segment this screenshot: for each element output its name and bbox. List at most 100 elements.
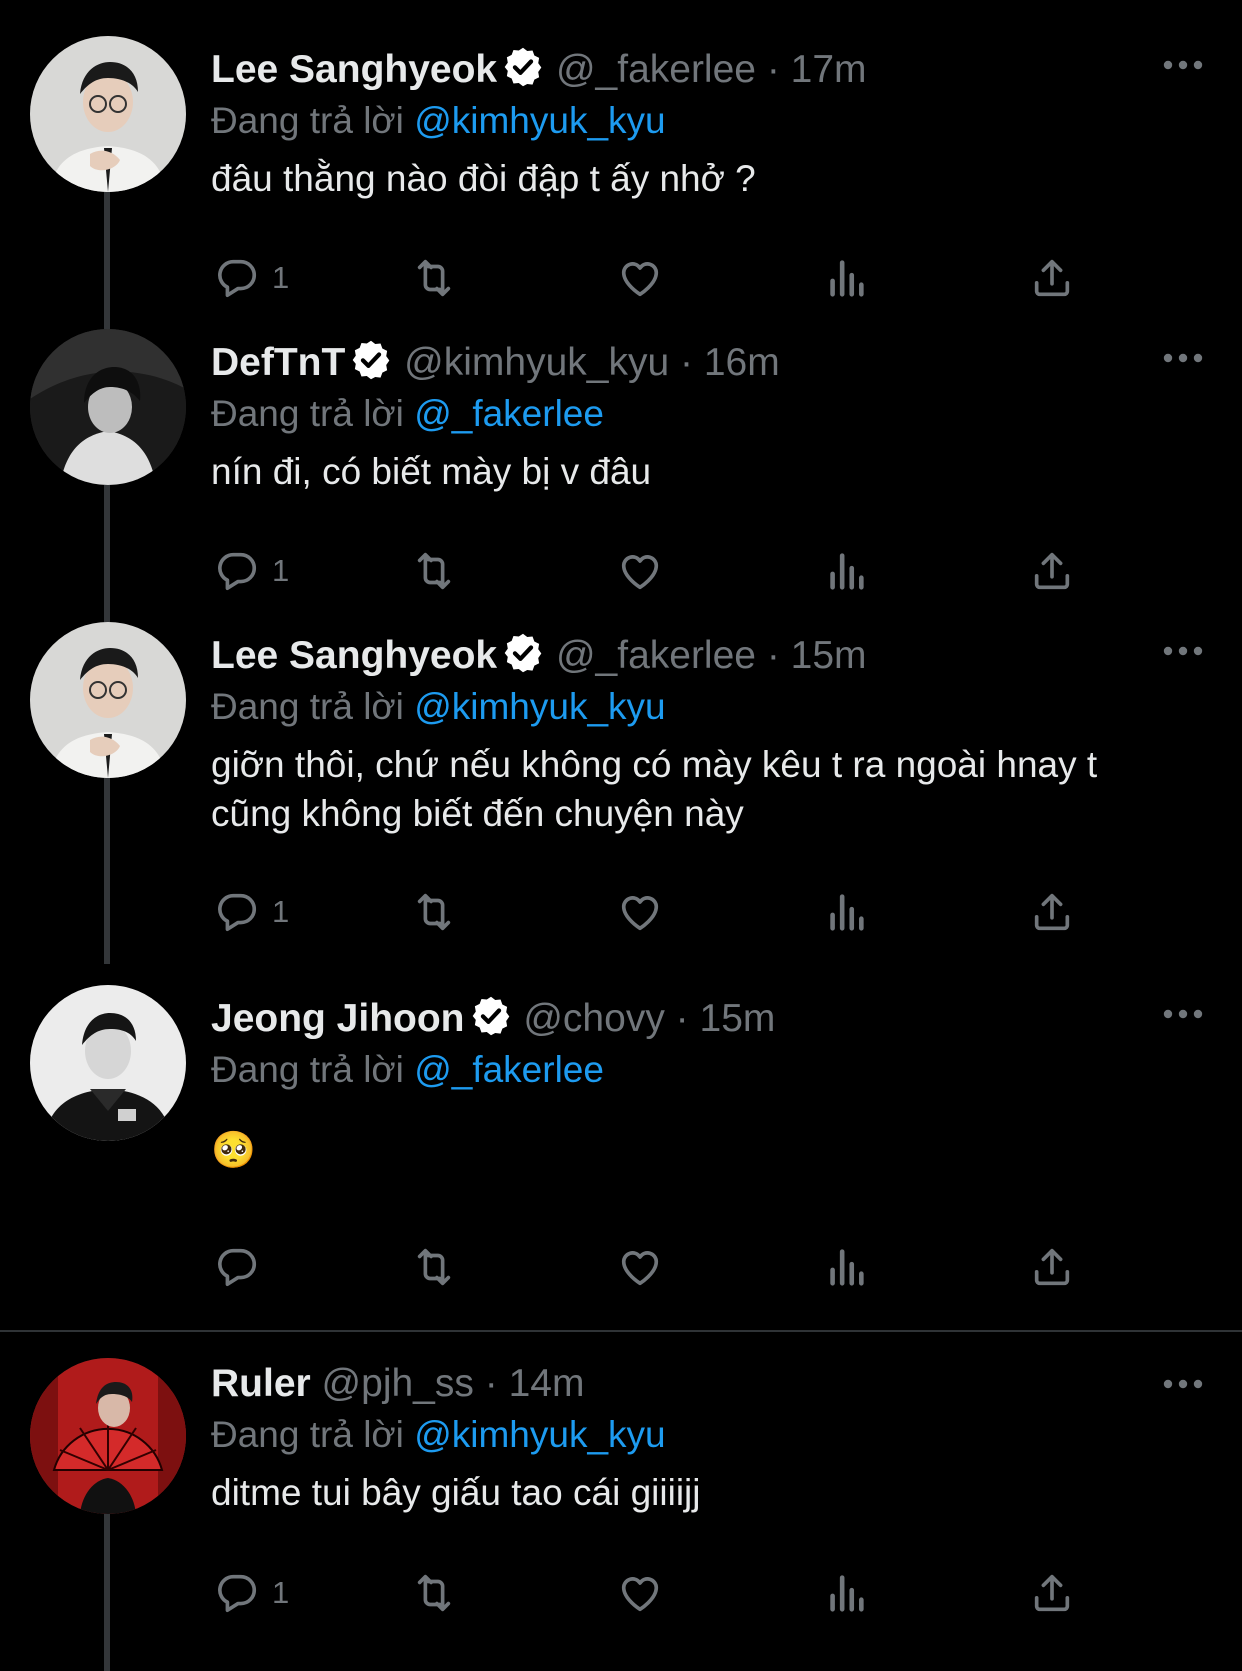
handle[interactable]: @kimhyuk_kyu	[404, 341, 669, 384]
share-button[interactable]	[1029, 887, 1075, 937]
tweet-header: Lee Sanghyeok @_fakerlee · 17m	[211, 44, 1212, 96]
mention-link[interactable]: @kimhyuk_kyu	[414, 686, 665, 727]
reply-icon	[214, 889, 260, 935]
handle[interactable]: @pjh_ss	[322, 1362, 474, 1405]
mention-link[interactable]: @kimhyuk_kyu	[414, 100, 665, 141]
more-options-icon[interactable]	[1162, 59, 1204, 71]
retweet-button[interactable]	[411, 546, 457, 596]
retweet-button[interactable]	[411, 1568, 457, 1618]
display-name[interactable]: Jeong Jihoon	[211, 997, 465, 1040]
more-options-icon[interactable]	[1162, 1378, 1204, 1390]
views-icon	[823, 1570, 869, 1616]
timestamp[interactable]: 15m	[791, 634, 867, 677]
like-button[interactable]	[617, 1568, 663, 1618]
retweet-icon	[411, 255, 457, 301]
tweet-actions: 1	[211, 253, 1111, 303]
views-button[interactable]	[823, 546, 869, 596]
separator-dot: ·	[675, 997, 689, 1040]
like-button[interactable]	[617, 887, 663, 937]
separator-dot: ·	[484, 1362, 498, 1405]
retweet-icon	[411, 889, 457, 935]
handle[interactable]: @chovy	[523, 997, 664, 1040]
share-button[interactable]	[1029, 253, 1075, 303]
retweet-icon	[411, 1244, 457, 1290]
reply-context: Đang trả lời @kimhyuk_kyu	[211, 1410, 1212, 1460]
reply-context: Đang trả lời @kimhyuk_kyu	[211, 682, 1212, 732]
tweet-actions	[211, 1242, 1111, 1292]
reply-button[interactable]	[214, 1242, 272, 1292]
more-options-icon[interactable]	[1162, 1008, 1204, 1020]
like-button[interactable]	[617, 1242, 663, 1292]
retweet-button[interactable]	[411, 253, 457, 303]
more-options-icon[interactable]	[1162, 645, 1204, 657]
share-button[interactable]	[1029, 546, 1075, 596]
retweet-icon	[411, 1570, 457, 1616]
reply-button[interactable]: 1	[214, 1568, 289, 1618]
mention-link[interactable]: @kimhyuk_kyu	[414, 1414, 665, 1455]
views-button[interactable]	[823, 887, 869, 937]
display-name[interactable]: Ruler	[211, 1362, 311, 1405]
mention-link[interactable]: @_fakerlee	[414, 393, 604, 434]
reply-count: 1	[272, 260, 290, 295]
reply-prefix: Đang trả lời	[211, 100, 404, 141]
tweet-header: DefTnT @kimhyuk_kyu · 16m	[211, 337, 1212, 389]
like-icon	[617, 1244, 663, 1290]
reply-count: 1	[272, 894, 290, 929]
reply-context: Đang trả lời @_fakerlee	[211, 1045, 1212, 1095]
like-button[interactable]	[617, 253, 663, 303]
reply-count: 1	[272, 553, 290, 588]
retweet-button[interactable]	[411, 1242, 457, 1292]
timestamp[interactable]: 16m	[704, 341, 780, 384]
reply-prefix: Đang trả lời	[211, 1414, 404, 1455]
more-options-icon[interactable]	[1162, 352, 1204, 364]
verified-badge-icon	[501, 45, 545, 89]
tweet[interactable]: DefTnT @kimhyuk_kyu · 16m Đang trả lời @…	[0, 329, 1242, 599]
reply-button[interactable]: 1	[214, 253, 289, 303]
like-button[interactable]	[617, 546, 663, 596]
views-button[interactable]	[823, 1568, 869, 1618]
views-icon	[823, 548, 869, 594]
display-name[interactable]: DefTnT	[211, 341, 345, 384]
reply-icon	[214, 1244, 260, 1290]
separator-dot: ·	[766, 48, 780, 91]
verified-badge-icon	[349, 338, 393, 382]
handle[interactable]: @_fakerlee	[556, 634, 756, 677]
reply-button[interactable]: 1	[214, 887, 289, 937]
reply-context: Đang trả lời @_fakerlee	[211, 389, 1212, 439]
share-button[interactable]	[1029, 1242, 1075, 1292]
avatar[interactable]	[30, 622, 186, 778]
tweet-header: Ruler @pjh_ss · 14m	[211, 1358, 1212, 1410]
tweet[interactable]: Lee Sanghyeok @_fakerlee · 15m Đang trả …	[0, 622, 1242, 942]
avatar[interactable]	[30, 36, 186, 192]
timestamp[interactable]: 17m	[791, 48, 867, 91]
views-button[interactable]	[823, 1242, 869, 1292]
handle[interactable]: @_fakerlee	[556, 48, 756, 91]
retweet-icon	[411, 548, 457, 594]
timestamp[interactable]: 15m	[700, 997, 776, 1040]
mention-link[interactable]: @_fakerlee	[414, 1049, 604, 1090]
like-icon	[617, 889, 663, 935]
tweet-divider	[0, 1330, 1242, 1332]
tweet[interactable]: Jeong Jihoon @chovy · 15m Đang trả lời @…	[0, 985, 1242, 1305]
timestamp[interactable]: 14m	[509, 1362, 585, 1405]
tweet-actions: 1	[211, 887, 1111, 937]
tweet[interactable]: Lee Sanghyeok @_fakerlee · 17m Đang trả …	[0, 36, 1242, 306]
reply-icon	[214, 548, 260, 594]
views-icon	[823, 1244, 869, 1290]
views-icon	[823, 255, 869, 301]
avatar[interactable]	[30, 1358, 186, 1514]
avatar[interactable]	[30, 985, 186, 1141]
separator-dot: ·	[766, 634, 780, 677]
retweet-button[interactable]	[411, 887, 457, 937]
views-button[interactable]	[823, 253, 869, 303]
share-button[interactable]	[1029, 1568, 1075, 1618]
display-name[interactable]: Lee Sanghyeok	[211, 48, 497, 91]
share-icon	[1029, 255, 1075, 301]
display-name[interactable]: Lee Sanghyeok	[211, 634, 497, 677]
reply-button[interactable]: 1	[214, 546, 289, 596]
tweet-text: nín đi, có biết mày bị v đâu	[211, 451, 652, 492]
share-icon	[1029, 1244, 1075, 1290]
tweet-text: ditme tui bây giấu tao cái giiiijj	[211, 1472, 701, 1513]
avatar[interactable]	[30, 329, 186, 485]
tweet[interactable]: Ruler @pjh_ss · 14m Đang trả lời @kimhyu…	[0, 1358, 1242, 1648]
